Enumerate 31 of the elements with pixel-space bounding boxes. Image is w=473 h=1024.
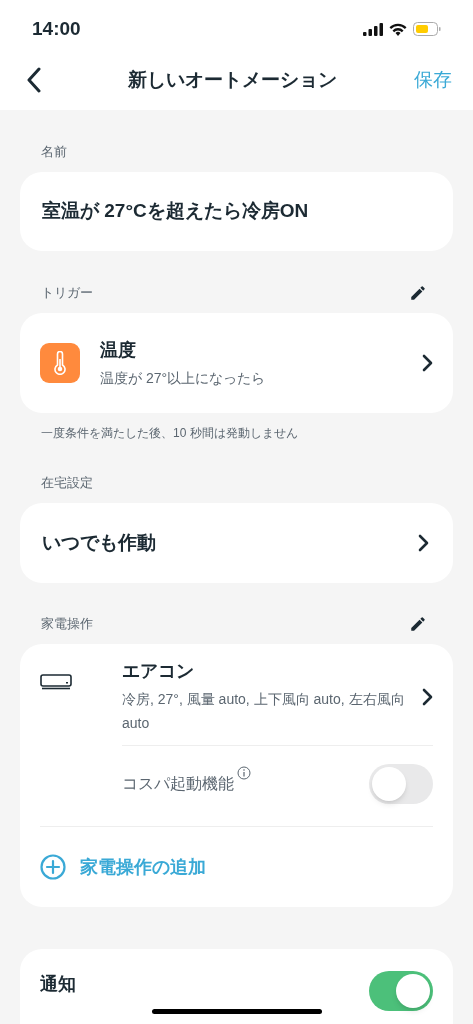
notification-row: 通知 <box>20 949 453 1024</box>
section-label: トリガー <box>41 284 93 303</box>
plus-circle-icon <box>40 854 66 880</box>
section-label: 家電操作 <box>41 615 93 634</box>
air-conditioner-icon <box>40 674 72 690</box>
battery-icon <box>413 22 441 36</box>
section-label: 名前 <box>41 143 67 162</box>
signal-icon <box>363 22 383 36</box>
pencil-icon[interactable] <box>409 284 427 302</box>
section-label: 在宅設定 <box>41 474 93 493</box>
status-time: 14:00 <box>32 16 81 41</box>
name-field[interactable]: 室温が 27°Cを超えたら冷房ON <box>20 172 453 251</box>
appliance-name: エアコン <box>122 660 195 683</box>
page-title: 新しいオートメーション <box>127 67 337 92</box>
thermometer-icon <box>40 343 80 383</box>
trigger-title: 温度 <box>100 339 137 362</box>
toggle-switch[interactable] <box>369 764 433 804</box>
appliance-settings: 冷房, 27°, 風量 auto, 上下風向 auto, 左右風向 auto <box>122 690 406 733</box>
trigger-card[interactable]: 温度 温度が 27°以上になったら <box>20 313 453 413</box>
toggle-switch[interactable] <box>369 971 433 1011</box>
cost-saving-label: コスパ起動機能 <box>122 774 234 794</box>
pencil-icon[interactable] <box>409 615 427 633</box>
chevron-right-icon <box>417 534 429 552</box>
wifi-icon <box>389 22 407 36</box>
trigger-condition: 温度が 27°以上になったら <box>100 369 267 388</box>
trigger-note: 一度条件を満たした後、10 秒間は発動しません <box>41 425 298 442</box>
chevron-right-icon <box>421 687 433 706</box>
appliance-row[interactable]: エアコン 冷房, 27°, 風量 auto, 上下風向 auto, 左右風向 auto <box>122 658 433 746</box>
presence-row[interactable]: いつでも作動 <box>20 503 453 583</box>
chevron-right-icon <box>421 354 433 372</box>
info-icon[interactable] <box>237 766 251 780</box>
